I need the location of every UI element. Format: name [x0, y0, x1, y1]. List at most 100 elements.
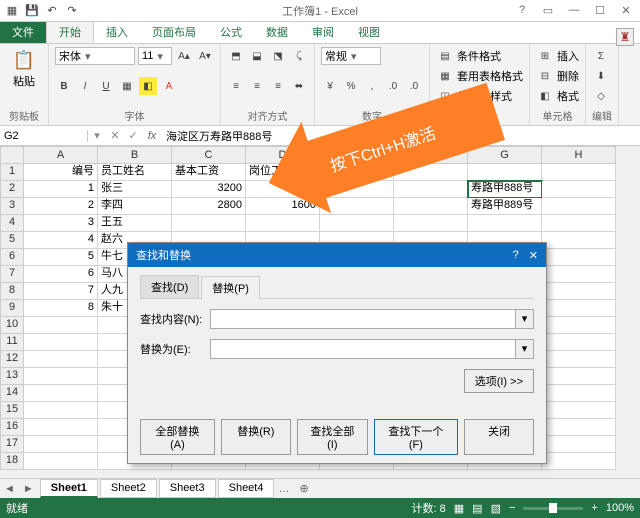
align-middle-icon[interactable]: ⬓ — [248, 47, 266, 65]
cell[interactable]: 基本工资 — [172, 164, 246, 181]
tab-replace[interactable]: 替换(P) — [201, 276, 260, 299]
zoom-level[interactable]: 100% — [606, 502, 634, 514]
cell[interactable]: 5 — [24, 249, 98, 266]
sheet-nav-next-icon[interactable]: ► — [19, 483, 38, 495]
row-header[interactable]: 11 — [0, 334, 24, 351]
paste-button[interactable]: 📋粘贴 — [6, 46, 42, 92]
tab-file[interactable]: 文件 — [0, 21, 46, 43]
format-cells-icon[interactable]: ◧ — [536, 87, 554, 105]
sheet-more-icon[interactable]: … — [274, 483, 293, 495]
align-bottom-icon[interactable]: ⬔ — [269, 47, 287, 65]
cell[interactable] — [24, 436, 98, 453]
replace-dropdown-icon[interactable]: ▾ — [516, 339, 534, 359]
insert-cells-icon[interactable]: ⊞ — [536, 47, 554, 65]
view-break-icon[interactable]: ▧ — [491, 502, 501, 515]
cell[interactable]: 编号 — [24, 164, 98, 181]
select-all-corner[interactable] — [0, 146, 24, 164]
row-header[interactable]: 12 — [0, 351, 24, 368]
tab-data[interactable]: 数据 — [254, 21, 300, 43]
sheet-nav-prev-icon[interactable]: ◄ — [0, 483, 19, 495]
underline-button[interactable]: U — [97, 77, 115, 95]
cell[interactable] — [24, 453, 98, 470]
cell[interactable] — [542, 266, 616, 283]
cell[interactable]: 1 — [24, 181, 98, 198]
tab-formulas[interactable]: 公式 — [208, 21, 254, 43]
cell[interactable] — [542, 300, 616, 317]
dialog-help-icon[interactable]: ? — [513, 249, 519, 262]
addon-icon[interactable]: ♜ — [616, 28, 634, 46]
cell[interactable]: 3200 — [172, 181, 246, 198]
cell[interactable] — [542, 368, 616, 385]
view-normal-icon[interactable]: ▦ — [454, 502, 464, 515]
cell[interactable] — [542, 419, 616, 436]
cell[interactable] — [542, 232, 616, 249]
font-color-button[interactable]: A — [160, 77, 178, 95]
cell[interactable]: 8 — [24, 300, 98, 317]
align-center-icon[interactable]: ≡ — [248, 77, 266, 95]
number-format-select[interactable]: 常规▾ — [321, 47, 381, 65]
cell[interactable]: 6 — [24, 266, 98, 283]
increase-decimal-icon[interactable]: .0 — [384, 77, 402, 95]
tab-insert[interactable]: 插入 — [94, 21, 140, 43]
tab-layout[interactable]: 页面布局 — [140, 21, 208, 43]
cell[interactable]: 2 — [24, 198, 98, 215]
cell[interactable] — [542, 351, 616, 368]
enter-formula-icon[interactable]: ✓ — [124, 129, 142, 142]
dialog-title-bar[interactable]: 查找和替换 ?✕ — [128, 243, 546, 267]
cell[interactable] — [542, 198, 616, 215]
border-button[interactable]: ▦ — [118, 77, 136, 95]
tab-view[interactable]: 视图 — [346, 21, 392, 43]
cell[interactable] — [24, 368, 98, 385]
column-header[interactable]: H — [542, 146, 616, 164]
cell[interactable] — [24, 419, 98, 436]
tab-find[interactable]: 查找(D) — [140, 275, 199, 298]
find-next-button[interactable]: 查找下一个(F) — [374, 419, 458, 455]
row-header[interactable]: 15 — [0, 402, 24, 419]
cell[interactable] — [394, 215, 468, 232]
cell[interactable] — [172, 215, 246, 232]
tab-home[interactable]: 开始 — [46, 20, 94, 43]
decrease-font-icon[interactable]: A▾ — [196, 47, 214, 65]
zoom-out-icon[interactable]: − — [509, 502, 515, 514]
name-box-dropdown[interactable]: ▾ — [88, 129, 106, 142]
name-box[interactable]: G2 — [0, 130, 88, 142]
italic-button[interactable]: I — [76, 77, 94, 95]
cell[interactable]: 张三 — [98, 181, 172, 198]
bold-button[interactable]: B — [55, 77, 73, 95]
column-header[interactable]: A — [24, 146, 98, 164]
fill-color-button[interactable]: ◧ — [139, 77, 157, 95]
cell[interactable]: 王五 — [98, 215, 172, 232]
fx-icon[interactable]: fx — [142, 130, 162, 142]
cell[interactable] — [542, 453, 616, 470]
font-name-select[interactable]: 宋体▾ — [55, 47, 135, 65]
format-table-icon[interactable]: ▦ — [436, 67, 454, 85]
row-header[interactable]: 7 — [0, 266, 24, 283]
dialog-close-icon[interactable]: ✕ — [529, 249, 538, 262]
align-top-icon[interactable]: ⬒ — [227, 47, 245, 65]
cell[interactable] — [24, 317, 98, 334]
merge-icon[interactable]: ⬌ — [290, 77, 308, 95]
cell[interactable]: 3 — [24, 215, 98, 232]
decrease-decimal-icon[interactable]: .0 — [405, 77, 423, 95]
cell[interactable] — [542, 283, 616, 300]
row-header[interactable]: 16 — [0, 419, 24, 436]
row-header[interactable]: 13 — [0, 368, 24, 385]
cell[interactable] — [542, 215, 616, 232]
row-header[interactable]: 14 — [0, 385, 24, 402]
delete-cells-icon[interactable]: ⊟ — [536, 67, 554, 85]
new-sheet-icon[interactable]: ⊕ — [293, 482, 314, 495]
cell[interactable] — [24, 402, 98, 419]
row-header[interactable]: 18 — [0, 453, 24, 470]
conditional-format-icon[interactable]: ▤ — [436, 47, 454, 65]
save-icon[interactable]: 💾 — [24, 3, 40, 19]
cell[interactable] — [320, 215, 394, 232]
find-dropdown-icon[interactable]: ▾ — [516, 309, 534, 329]
percent-icon[interactable]: % — [342, 77, 360, 95]
ribbon-options-icon[interactable]: ▭ — [538, 4, 558, 17]
cell[interactable] — [542, 402, 616, 419]
redo-icon[interactable]: ↷ — [64, 3, 80, 19]
row-header[interactable]: 10 — [0, 317, 24, 334]
align-left-icon[interactable]: ≡ — [227, 77, 245, 95]
clear-icon[interactable]: ◇ — [592, 87, 610, 105]
align-right-icon[interactable]: ≡ — [269, 77, 287, 95]
